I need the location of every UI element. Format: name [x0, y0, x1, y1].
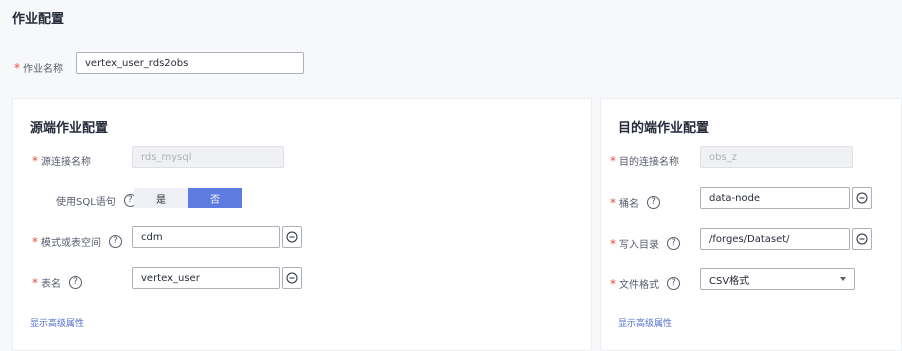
target-advanced-link[interactable]: 显示高级属性	[618, 316, 672, 329]
dir-input[interactable]: /forges/Dataset/	[700, 228, 850, 250]
job-name-label: * 作业名称	[14, 60, 63, 76]
format-select[interactable]: CSV格式	[700, 268, 855, 290]
schema-label: * 模式或表空间 ?	[32, 234, 122, 249]
required-icon: *	[610, 236, 616, 251]
table-browse-button[interactable]	[282, 267, 302, 289]
schema-browse-button[interactable]	[282, 226, 302, 248]
more-icon	[856, 192, 868, 204]
help-icon[interactable]: ?	[667, 277, 680, 290]
more-icon	[286, 231, 298, 243]
schema-input[interactable]: cdm	[132, 226, 280, 248]
source-connection-label: * 源连接名称	[32, 153, 91, 169]
dir-browse-button[interactable]	[852, 228, 872, 250]
chevron-down-icon	[840, 277, 846, 281]
table-input[interactable]: vertex_user	[132, 267, 280, 289]
required-icon: *	[32, 234, 38, 249]
required-icon: *	[610, 276, 616, 291]
target-connection-label: * 目的连接名称	[610, 153, 679, 169]
help-icon[interactable]: ?	[667, 237, 680, 250]
help-icon[interactable]: ?	[69, 276, 82, 289]
required-icon: *	[610, 195, 616, 210]
more-icon	[286, 272, 298, 284]
source-connection-input: rds_mysql	[132, 146, 284, 168]
dir-label: * 写入目录 ?	[610, 236, 680, 251]
target-connection-input: obs_z	[700, 146, 853, 168]
source-advanced-link[interactable]: 显示高级属性	[30, 316, 84, 329]
help-icon[interactable]: ?	[647, 196, 660, 209]
job-name-input[interactable]: vertex_user_rds2obs	[76, 52, 304, 74]
required-icon: *	[32, 275, 38, 290]
bucket-input[interactable]: data-node	[700, 187, 850, 209]
more-icon	[856, 233, 868, 245]
bucket-browse-button[interactable]	[852, 187, 872, 209]
use-sql-toggle: 是 否	[134, 188, 242, 208]
bucket-label: * 桶名 ?	[610, 195, 660, 210]
source-title: 源端作业配置	[30, 121, 109, 136]
required-icon: *	[32, 153, 38, 168]
required-icon: *	[14, 60, 20, 75]
use-sql-no-option[interactable]: 否	[188, 188, 242, 208]
use-sql-label: 使用SQL语句 ?	[56, 193, 137, 208]
target-title: 目的端作业配置	[618, 121, 710, 136]
help-icon[interactable]: ?	[109, 235, 122, 248]
table-label: * 表名 ?	[32, 275, 82, 290]
format-label: * 文件格式 ?	[610, 276, 680, 291]
required-icon: *	[610, 153, 616, 168]
page-title: 作业配置	[12, 12, 65, 27]
use-sql-yes-option[interactable]: 是	[134, 188, 188, 208]
